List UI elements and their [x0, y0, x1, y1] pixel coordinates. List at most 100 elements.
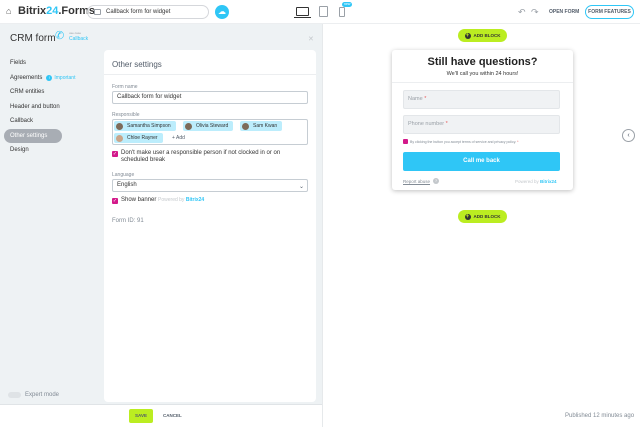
logo-main: Bitrix: [18, 5, 47, 17]
published-status: Published 12 minutes ago: [565, 413, 635, 419]
form-name-field[interactable]: Callback form for widget: [112, 91, 308, 104]
sidebar-item-label: Header and button: [10, 103, 60, 110]
phone-icon[interactable]: [339, 7, 345, 17]
top-bar: ⌂ Bitrix24.Forms Callback form for widge…: [0, 0, 640, 24]
logo-accent: 24: [46, 5, 59, 17]
redo-icon[interactable]: ↷: [531, 7, 539, 18]
powered-brand: Bitrix24: [185, 197, 205, 203]
required-mark: *: [424, 96, 427, 102]
sidebar-item-crm-entities[interactable]: CRM entities: [4, 85, 100, 100]
form-name-label: Form name: [112, 84, 138, 90]
chevron-down-icon: ⌄: [299, 184, 305, 190]
use-case-label: use case: [69, 31, 82, 35]
report-abuse-link[interactable]: Report abuse: [403, 179, 430, 184]
name-field[interactable]: Name *: [403, 90, 560, 109]
consent-text: By clicking the button you accept terms …: [410, 140, 519, 144]
sidebar-item-label: CRM entities: [10, 89, 45, 95]
tablet-icon[interactable]: [319, 6, 328, 17]
expert-mode-toggle[interactable]: [8, 392, 21, 398]
sidebar-item-label: Design: [10, 147, 29, 153]
powered-brand: Bitrix24: [540, 179, 557, 184]
sidebar-item-label: Agreements: [10, 74, 43, 81]
divider: [104, 74, 316, 75]
sidebar-item-fields[interactable]: Fields: [4, 56, 100, 71]
important-badge: ! Important: [46, 71, 75, 86]
important-label: Important: [54, 74, 76, 81]
page-title: CRM form: [10, 33, 56, 44]
new-badge: new: [342, 2, 353, 7]
sidebar-item-design[interactable]: Design: [4, 143, 100, 158]
avatar: [185, 122, 192, 130]
language-label: Language: [112, 172, 135, 178]
phone-field[interactable]: Phone number *: [403, 115, 560, 134]
preview-title: Still have questions?: [427, 56, 538, 68]
required-mark: *: [445, 121, 448, 127]
app-logo: Bitrix24.Forms: [18, 5, 95, 17]
form-icon: [94, 9, 101, 15]
powered-by-label: Powered by: [158, 197, 185, 203]
chip-label: Samantha Simpson: [127, 123, 171, 129]
responsible-label: Responsible: [112, 112, 140, 118]
sidebar-item-agreements[interactable]: Agreements ! Important: [4, 71, 100, 86]
consent-label: By clicking the button you accept terms …: [410, 140, 517, 144]
consent-checkbox[interactable]: [403, 139, 408, 144]
avatar: [242, 122, 249, 130]
responsible-chip[interactable]: Sam Kwan: [240, 121, 283, 131]
chip-label: Olivia Steward: [196, 123, 229, 129]
plus-icon: +: [464, 213, 471, 220]
language-select[interactable]: English: [112, 179, 308, 192]
home-icon[interactable]: ⌂: [6, 7, 15, 16]
expert-mode-label: Expert mode: [25, 392, 60, 398]
laptop-icon[interactable]: [294, 7, 311, 18]
responsible-chip[interactable]: Samantha Simpson: [114, 121, 176, 131]
required-mark: *: [517, 140, 519, 144]
not-clocked-checkbox[interactable]: ✓: [112, 151, 118, 157]
responsible-chip[interactable]: Olivia Steward: [183, 121, 234, 131]
show-banner-checkbox[interactable]: ✓: [112, 198, 118, 204]
cancel-button[interactable]: CANCEL: [163, 413, 182, 418]
form-name-selector[interactable]: Callback form for widget: [87, 5, 209, 19]
powered-by: Powered by Bitrix24: [515, 179, 557, 184]
powered-by: Powered by Bitrix24: [158, 197, 204, 203]
undo-icon[interactable]: ↶: [518, 7, 526, 18]
call-me-back-button[interactable]: Call me back: [403, 152, 560, 171]
avatar: [116, 122, 123, 130]
cloud-icon[interactable]: ☁: [215, 5, 229, 19]
add-block-button[interactable]: + ADD BLOCK: [458, 210, 507, 223]
show-banner-label: Show banner: [121, 197, 157, 203]
sidebar-item-label: Callback: [10, 118, 34, 124]
section-title: Other settings: [112, 60, 162, 69]
save-button[interactable]: SAVE: [129, 409, 153, 423]
add-block-button[interactable]: + ADD BLOCK: [458, 29, 507, 42]
add-block-label: ADD BLOCK: [473, 214, 501, 219]
info-icon: !: [46, 74, 53, 81]
show-banner-row: Show banner Powered by Bitrix24: [121, 197, 204, 204]
divider: [392, 82, 573, 83]
form-name-label: Callback form for widget: [106, 9, 171, 15]
sidebar-item-header-and-button[interactable]: Header and button: [4, 100, 100, 115]
form-id: Form ID: 91: [112, 218, 144, 224]
chevron-left-icon[interactable]: ‹: [622, 129, 635, 142]
avatar: [116, 134, 123, 142]
sidebar-item-label: Other settings: [10, 132, 48, 139]
add-responsible-link[interactable]: + Add: [172, 135, 185, 141]
sidebar-item-callback[interactable]: Callback: [4, 114, 100, 129]
add-block-label: ADD BLOCK: [473, 33, 501, 38]
not-clocked-label: Don't make user a responsible person if …: [121, 150, 281, 163]
phone-call-icon: ✆: [55, 30, 65, 42]
open-form-link[interactable]: OPEN FORM: [549, 9, 579, 15]
use-case-value: Callback: [69, 36, 89, 42]
form-features-button[interactable]: FORM FEATURES: [585, 5, 634, 19]
close-icon[interactable]: ✕: [308, 35, 314, 43]
phone-placeholder: Phone number: [408, 121, 445, 127]
help-icon[interactable]: ?: [433, 178, 439, 184]
sidebar-item-other-settings[interactable]: Other settings: [4, 128, 62, 143]
sidebar-nav: Fields Agreements ! Important CRM entitie…: [4, 56, 100, 158]
responsible-chip[interactable]: Chloe Rayner: [114, 133, 163, 143]
plus-icon: +: [464, 32, 471, 39]
sidebar-item-label: Fields: [10, 60, 27, 66]
powered-by-label: Powered by: [515, 179, 539, 184]
chip-label: Sam Kwan: [253, 123, 278, 129]
chip-label: Chloe Rayner: [127, 135, 158, 141]
bottom-bar: [0, 404, 322, 427]
